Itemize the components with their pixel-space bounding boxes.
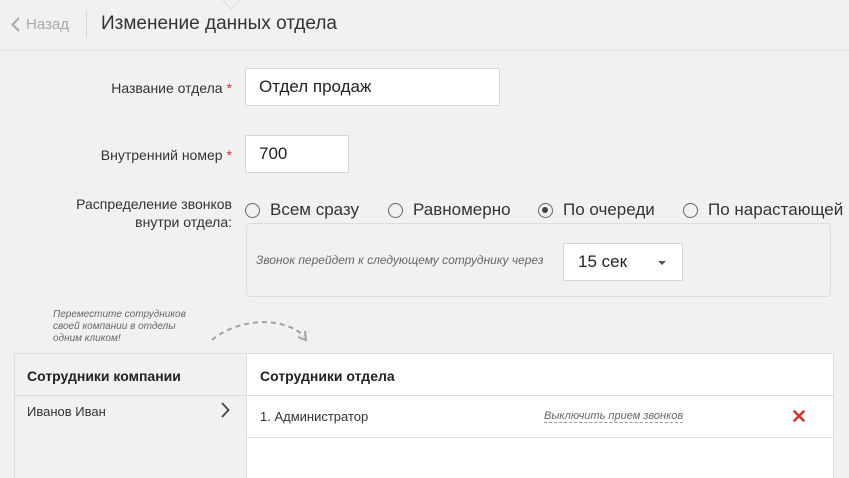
radio-label: Всем сразу: [270, 200, 360, 219]
radio-circle: [683, 202, 698, 218]
divider: [15, 395, 246, 396]
department-name-input[interactable]: Отдел продаж: [245, 68, 500, 106]
department-members-title: Сотрудники отдела: [260, 368, 395, 384]
chevron-left-icon: [11, 17, 20, 32]
name-label: Название отдела *: [111, 79, 232, 97]
back-button[interactable]: Назад: [11, 16, 69, 33]
radio-evenly[interactable]: Равномерно: [388, 200, 511, 220]
page-title: Изменение данных отдела: [101, 13, 337, 34]
radio-label: Равномерно: [413, 200, 511, 219]
radio-label: По нарастающей: [708, 200, 844, 219]
radio-in-turn[interactable]: По очереди: [538, 200, 655, 220]
distribution-label-line2: внутри отдела:: [135, 214, 232, 230]
remove-icon[interactable]: [793, 410, 805, 422]
header-bar: Назад Изменение данных отдела: [0, 0, 849, 51]
caret-down-icon: [658, 261, 666, 265]
note-line: одним кликом!: [53, 333, 121, 344]
radio-increasing[interactable]: По нарастающей: [683, 200, 843, 220]
department-name-value: Отдел продаж: [259, 77, 372, 96]
radio-circle: [388, 202, 403, 218]
chevron-right-icon: [221, 402, 230, 418]
note-line: Переместите сотрудников: [53, 309, 186, 320]
queue-hint: Звонок перейдет к следующему сотруднику …: [256, 253, 544, 267]
header-notch: [222, 0, 241, 10]
extension-label-text: Внутренний номер: [100, 147, 223, 163]
back-label: Назад: [26, 16, 69, 33]
required-mark: *: [226, 147, 232, 163]
distribution-label-line1: Распределение звонков: [76, 196, 232, 212]
drag-hint-note: Переместите сотрудников своей компании в…: [53, 309, 213, 345]
note-line: своей компании в отделы: [53, 321, 176, 332]
name-label-text: Название отдела: [111, 80, 223, 96]
delay-select[interactable]: 15 сек: [563, 243, 683, 281]
extension-label: Внутренний номер *: [101, 146, 232, 164]
radio-circle-selected: [538, 202, 553, 218]
extension-value: 700: [259, 144, 288, 163]
extension-input[interactable]: 700: [245, 135, 349, 173]
header-divider: [86, 11, 87, 38]
employee-name: Иванов Иван: [27, 404, 106, 419]
disable-calls-link[interactable]: Выключить прием звонков: [544, 410, 684, 423]
distribution-label: Распределение звонков внутри отдела:: [76, 195, 232, 231]
radio-circle: [245, 202, 260, 218]
department-members-panel: Сотрудники отдела 1. Администратор Выклю…: [246, 353, 834, 478]
required-mark: *: [226, 80, 232, 96]
delay-value: 15 сек: [578, 252, 628, 271]
company-employees-panel: Сотрудники компании Иванов Иван: [14, 353, 247, 478]
radio-all-at-once[interactable]: Всем сразу: [245, 200, 359, 220]
member-row: 1. Администратор Выключить прием звонков: [247, 396, 833, 438]
radio-label: По очереди: [563, 200, 655, 219]
company-employees-title: Сотрудники компании: [27, 368, 181, 384]
curved-arrow-icon: [211, 321, 308, 342]
member-name: 1. Администратор: [260, 409, 369, 424]
